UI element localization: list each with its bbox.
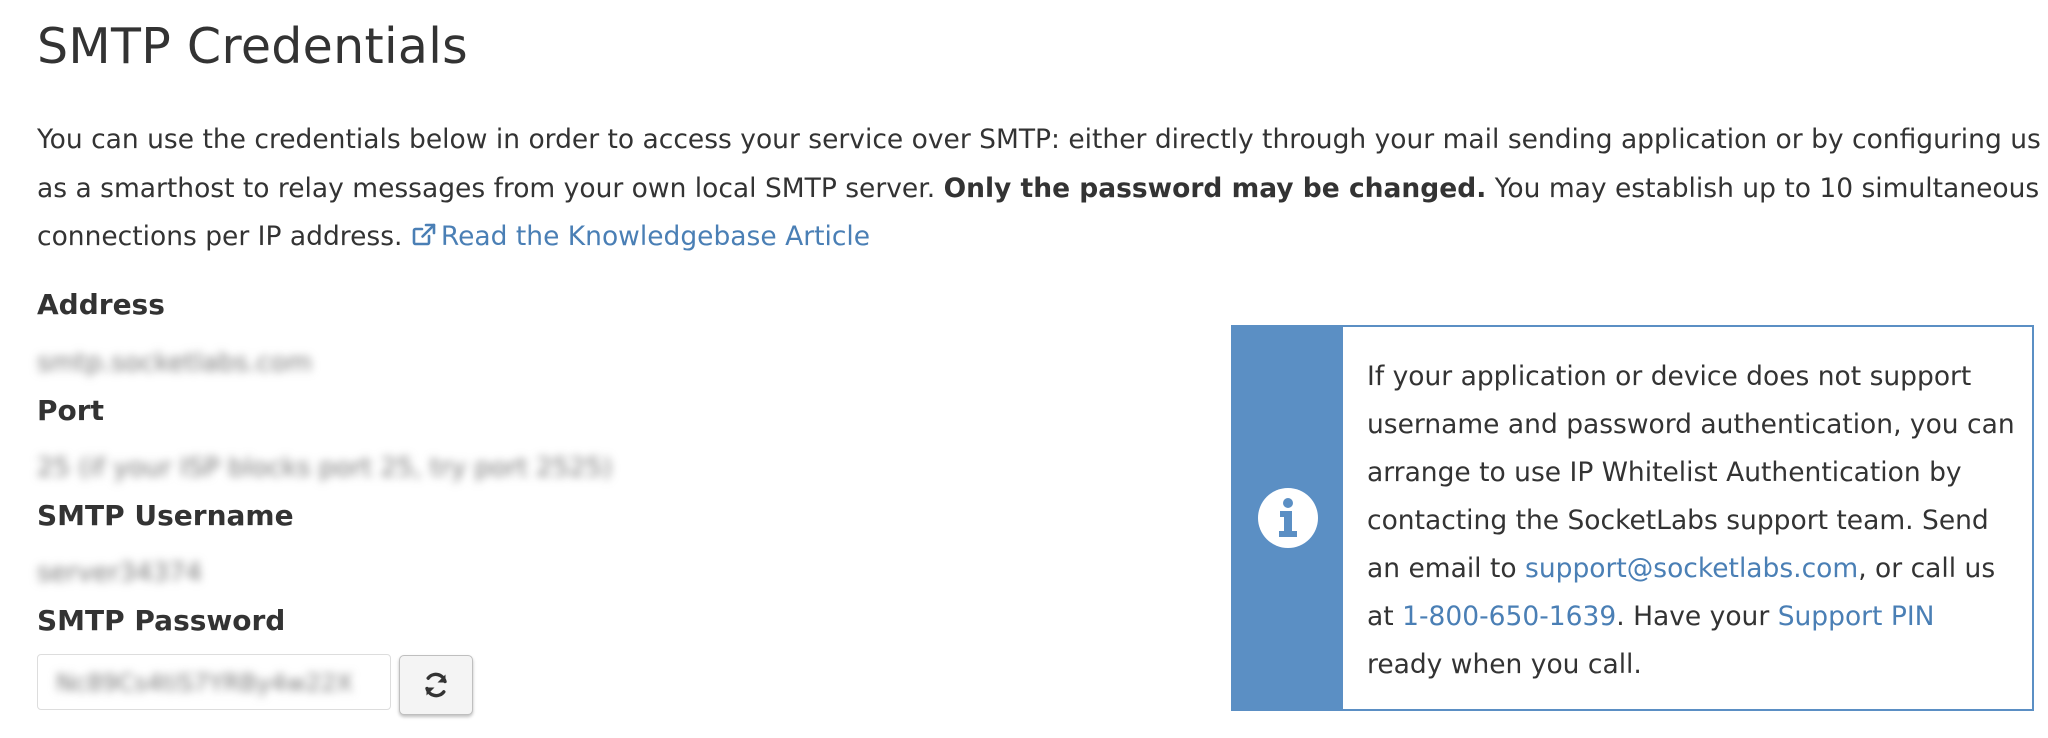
smtp-credentials-page: SMTP Credentials You can use the credent… — [0, 0, 2048, 738]
refresh-icon — [425, 672, 447, 698]
regenerate-password-button[interactable] — [399, 655, 473, 715]
external-link-icon — [411, 222, 437, 248]
info-text-4: ready when you call. — [1367, 649, 1642, 680]
info-box-sidebar — [1233, 327, 1343, 709]
port-label: Port — [37, 394, 104, 427]
address-label: Address — [37, 288, 165, 321]
intro-paragraph: You can use the credentials below in ord… — [37, 116, 2042, 262]
smtp-password-value: Nc89Cs4tiS7YRBy4w22X — [56, 669, 353, 697]
smtp-username-label: SMTP Username — [37, 499, 294, 532]
info-text-1: If your application or device does not s… — [1367, 361, 2015, 584]
smtp-password-field[interactable]: Nc89Cs4tiS7YRBy4w22X — [37, 654, 391, 710]
knowledgebase-link-label: Read the Knowledgebase Article — [440, 221, 871, 252]
port-value: 25 (if your ISP blocks port 25, try port… — [37, 453, 613, 483]
info-text-3: . Have your — [1616, 601, 1770, 632]
smtp-username-value: server34374 — [37, 558, 203, 588]
ip-whitelist-info-box: If your application or device does not s… — [1231, 325, 2034, 711]
support-pin-link[interactable]: Support PIN — [1778, 601, 1935, 632]
knowledgebase-link[interactable]: Read the Knowledgebase Article — [411, 221, 870, 252]
support-phone-link[interactable]: 1-800-650-1639 — [1402, 601, 1616, 632]
support-email-link[interactable]: support@socketlabs.com — [1525, 553, 1858, 584]
address-value: smtp.socketlabs.com — [37, 348, 312, 378]
smtp-password-label: SMTP Password — [37, 604, 286, 637]
intro-bold-notice: Only the password may be changed. — [943, 172, 1487, 204]
info-box-text: If your application or device does not s… — [1367, 353, 2017, 689]
page-title: SMTP Credentials — [37, 18, 468, 75]
info-circle-icon — [1258, 488, 1318, 548]
